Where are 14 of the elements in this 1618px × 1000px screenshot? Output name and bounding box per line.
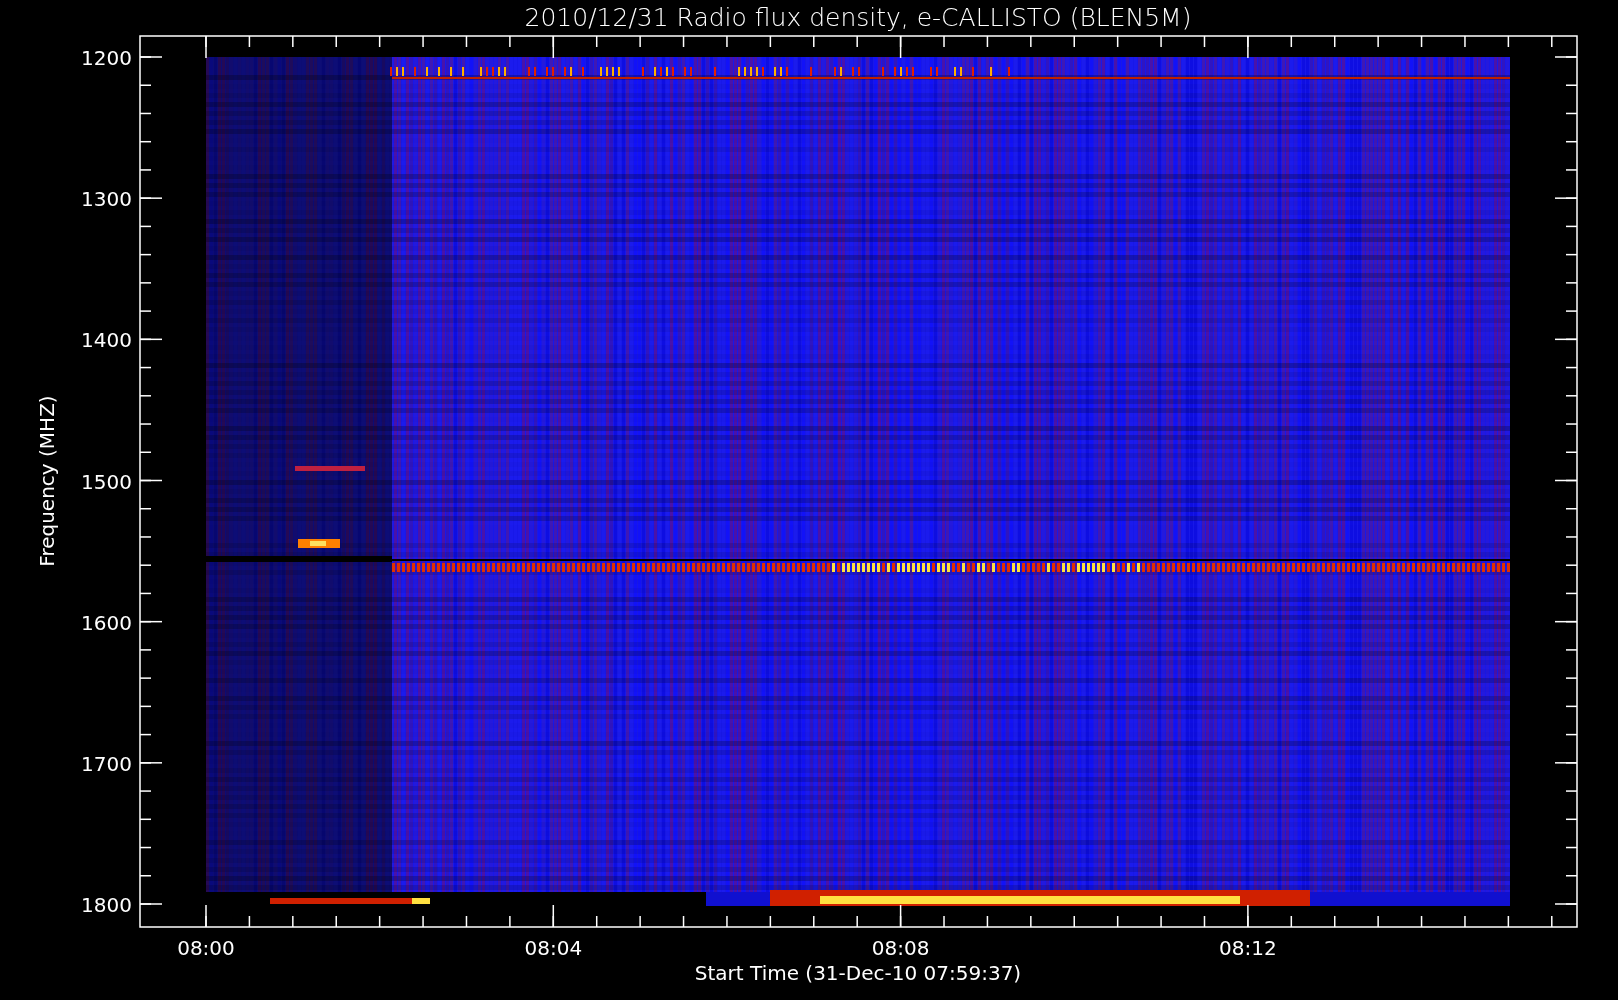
x-tick-label: 08:08 — [871, 936, 930, 960]
y-tick-label: 1600 — [81, 610, 132, 635]
x-axis-label: Start Time (31-Dec-10 07:59:37) — [694, 961, 1022, 985]
y-tick-label: 1400 — [81, 328, 132, 353]
x-tick-label: 08:00 — [177, 936, 235, 960]
y-tick-label: 1200 — [81, 46, 132, 70]
y-tick-label: 1700 — [81, 751, 132, 776]
y-axis-label: Frequency (MHZ) — [35, 395, 59, 567]
y-tick-label: 1500 — [81, 469, 132, 494]
y-tick-label: 1300 — [81, 187, 132, 212]
x-tick-label: 08:04 — [524, 936, 583, 960]
y-tick-label: 1800 — [81, 893, 132, 917]
x-tick-label: 08:12 — [1219, 936, 1277, 960]
plot-title: 2010/12/31 Radio flux density, e-CALLISTO (BLEN5M) — [524, 3, 1192, 32]
